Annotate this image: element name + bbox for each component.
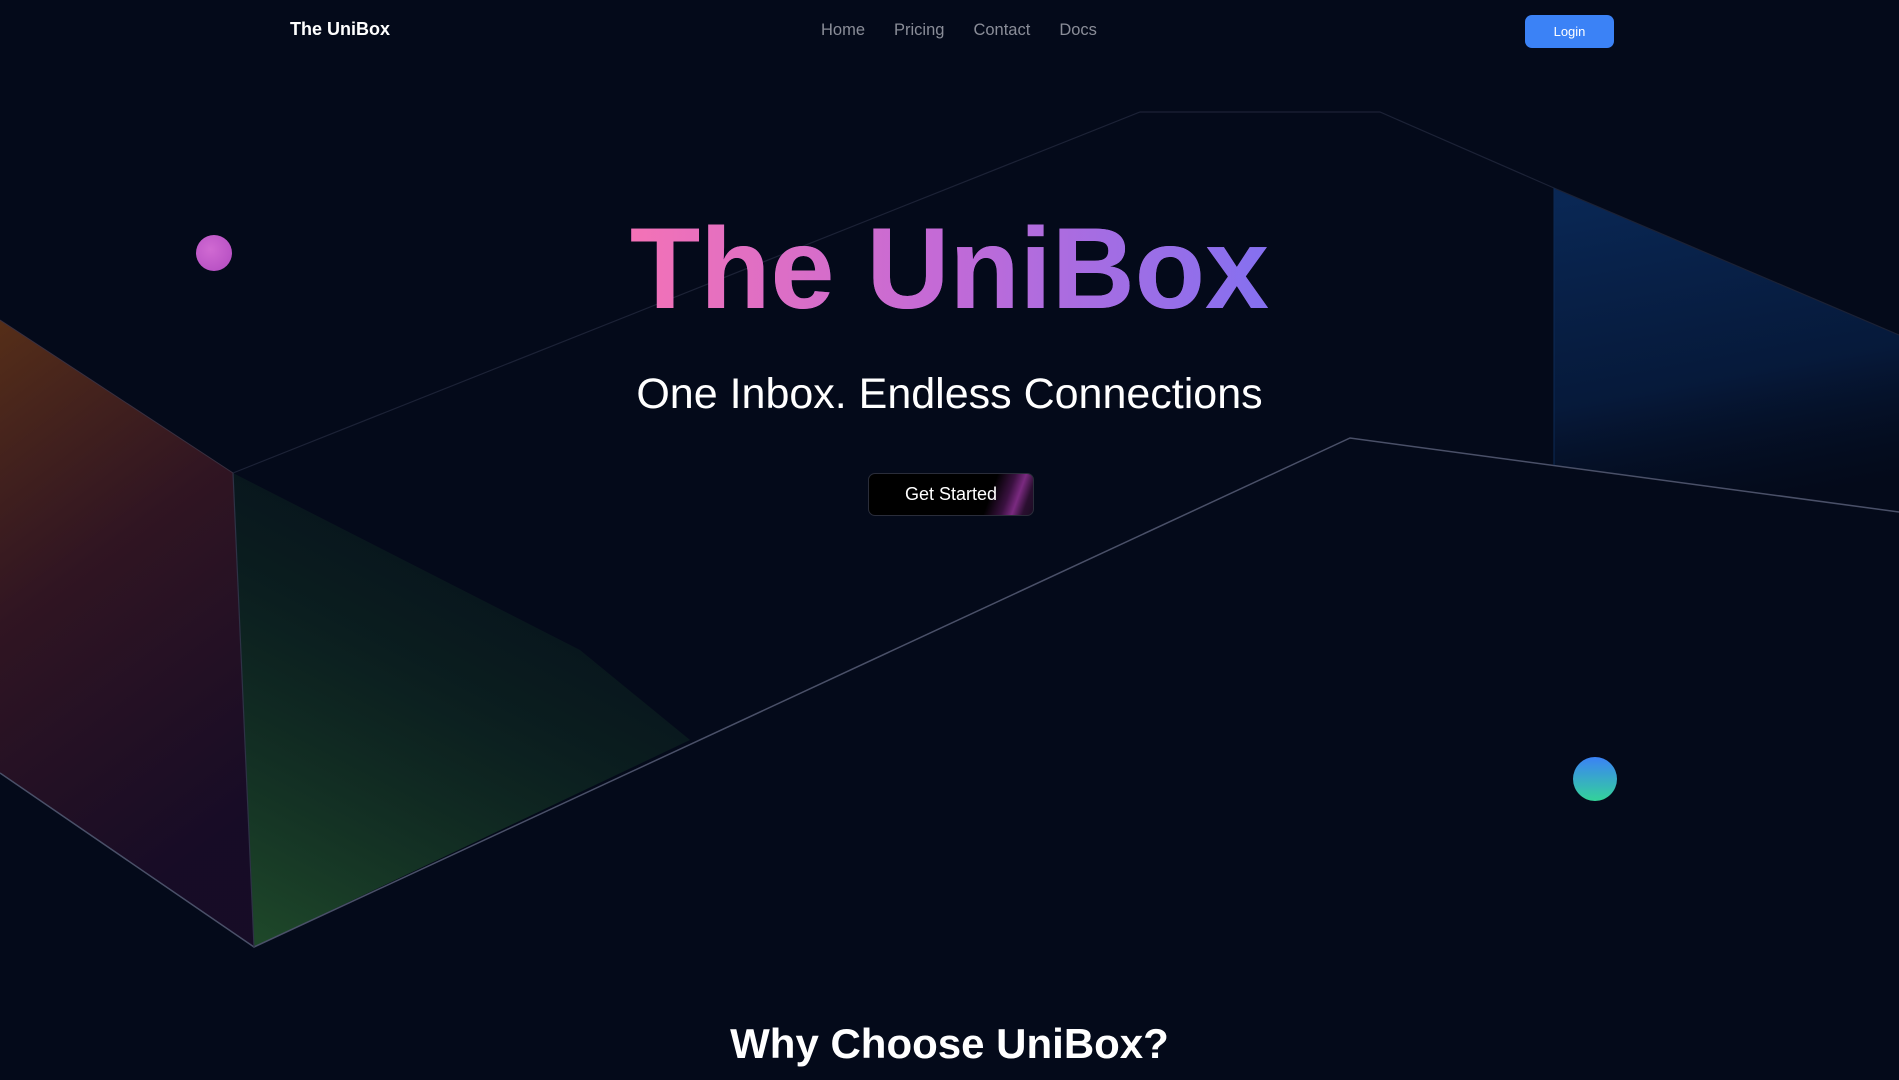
section-title: Why Choose UniBox? (730, 1020, 1169, 1067)
brand-logo[interactable]: The UniBox (290, 19, 390, 40)
bg-panel-green (233, 473, 690, 947)
nav-link-docs[interactable]: Docs (1059, 21, 1097, 40)
nav-link-home[interactable]: Home (821, 21, 865, 40)
hero-title: The UniBox (0, 204, 1899, 334)
login-button[interactable]: Login (1525, 15, 1614, 48)
background-geometry (0, 111, 1899, 948)
nav-link-contact[interactable]: Contact (973, 21, 1030, 40)
nav-link-pricing[interactable]: Pricing (894, 21, 944, 40)
get-started-button[interactable]: Get Started (868, 473, 1034, 516)
decorative-orb-green (1573, 757, 1617, 801)
landing-page: The UniBox Home Pricing Contact Docs Log… (0, 0, 1899, 1080)
hero-subtitle: One Inbox. Endless Connections (636, 370, 1263, 418)
hero-title-text: The UniBox (630, 205, 1269, 333)
main-nav: Home Pricing Contact Docs (821, 21, 1097, 40)
